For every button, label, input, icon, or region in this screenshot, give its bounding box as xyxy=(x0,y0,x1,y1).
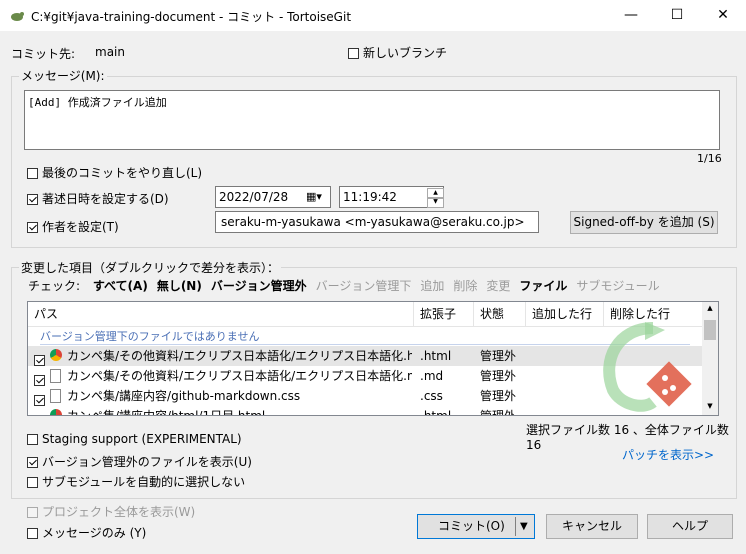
filter-link[interactable]: 追加 xyxy=(420,279,444,293)
filter-link[interactable]: バージョン管理外 xyxy=(211,279,307,293)
changed-files-list[interactable]: パス 拡張子 状態 追加した行 削除した行 バージョン管理下のファイルではありま… xyxy=(27,301,719,416)
signoff-button[interactable]: Signed-off-by を追加 (S) xyxy=(570,211,718,234)
checkbox-box[interactable] xyxy=(27,507,38,518)
scroll-down-icon[interactable]: ▼ xyxy=(702,402,718,410)
tortoisegit-icon xyxy=(11,12,24,21)
amend-label: 最後のコミットをやり直し(L) xyxy=(42,166,203,180)
maximize-button[interactable]: ☐ xyxy=(654,0,700,31)
filter-link[interactable]: 削除 xyxy=(453,279,477,293)
no-auto-submodule-checkbox[interactable]: サブモジュールを自動的に選択しない xyxy=(27,473,245,490)
show-unversioned-label: バージョン管理外のファイルを表示(U) xyxy=(42,455,252,469)
commit-button[interactable]: コミット(O) xyxy=(438,515,505,538)
help-button[interactable]: ヘルプ xyxy=(647,514,733,539)
scroll-thumb[interactable] xyxy=(704,320,716,340)
branch-name: main xyxy=(95,45,125,59)
group-header: バージョン管理下のファイルではありません xyxy=(40,330,260,343)
minimize-button[interactable]: — xyxy=(608,0,654,31)
new-branch-label: 新しいブランチ xyxy=(363,46,448,60)
close-button[interactable]: ✕ xyxy=(700,0,746,31)
commit-dropdown-icon[interactable]: ▼ xyxy=(520,515,528,538)
tortoisegit-watermark-icon xyxy=(603,322,692,412)
split-divider xyxy=(515,517,516,536)
commit-split-button[interactable]: コミット(O) ▼ xyxy=(417,514,535,539)
author-input[interactable]: seraku-m-yasukawa <m-yasukawa@seraku.co.… xyxy=(215,211,539,233)
message-counter: 1/16 xyxy=(697,152,722,165)
filter-link[interactable]: すべて(A) xyxy=(93,279,148,293)
amend-checkbox[interactable]: 最後のコミットをやり直し(L) xyxy=(27,164,202,181)
changes-label: 変更した項目（ダブルクリックで差分を表示）： xyxy=(19,259,282,276)
chrome-icon xyxy=(50,349,62,361)
author-value: seraku-m-yasukawa <m-yasukawa@seraku.co.… xyxy=(221,215,525,229)
cell-path: カンペ集/講座内容/github-markdown.css xyxy=(67,389,301,403)
staging-checkbox[interactable]: Staging support (EXPERIMENTAL) xyxy=(27,432,242,446)
time-down-icon[interactable]: ▼ xyxy=(427,197,444,208)
list-scrollbar[interactable]: ▲ ▼ xyxy=(702,302,718,415)
checkbox-box[interactable] xyxy=(27,434,38,445)
show-whole-project-checkbox[interactable]: プロジェクト全体を表示(W) xyxy=(27,503,195,520)
checkbox-box[interactable] xyxy=(348,48,359,59)
message-label: メッセージ(M): xyxy=(19,67,107,84)
cell-ext: .html xyxy=(420,409,452,416)
filter-link[interactable]: 無し(N) xyxy=(157,279,202,293)
set-author-label: 作者を設定(T) xyxy=(42,220,119,234)
chrome-icon xyxy=(50,409,62,415)
date-value: 2022/07/28 xyxy=(219,190,289,204)
row-checkbox[interactable] xyxy=(34,355,45,366)
new-branch-checkbox[interactable]: 新しいブランチ xyxy=(348,44,447,61)
message-only-checkbox[interactable]: メッセージのみ (Y) xyxy=(27,524,146,541)
cell-ext: .md xyxy=(420,369,444,383)
cell-ext: .html xyxy=(420,349,452,363)
css-file-icon xyxy=(50,389,61,403)
cell-status: 管理外 xyxy=(480,409,517,416)
checkbox-box[interactable] xyxy=(27,457,38,468)
cell-path: カンペ集/その他資料/エクリプス日本語化/エクリプス日本語化.md xyxy=(67,369,412,383)
checkbox-box[interactable] xyxy=(27,194,38,205)
time-picker[interactable]: 11:19:42 ▲ ▼ xyxy=(339,186,444,208)
check-label: チェック: xyxy=(28,279,81,293)
checkbox-box[interactable] xyxy=(27,222,38,233)
show-patch-link[interactable]: パッチを表示>> xyxy=(622,446,714,463)
cell-status: 管理外 xyxy=(480,349,517,363)
message-text: [Add] 作成済ファイル追加 xyxy=(28,96,167,109)
cell-ext: .css xyxy=(420,389,443,403)
row-checkbox[interactable] xyxy=(34,395,45,406)
window-title: C:¥git¥java-training-document - コミット - T… xyxy=(31,10,352,24)
calendar-dropdown-icon[interactable]: ▦▾ xyxy=(306,187,322,207)
message-input[interactable]: [Add] 作成済ファイル追加 xyxy=(24,90,720,150)
date-picker[interactable]: 2022/07/28 ▦▾ xyxy=(215,186,331,208)
cancel-button[interactable]: キャンセル xyxy=(546,514,638,539)
set-author-checkbox[interactable]: 作者を設定(T) xyxy=(27,218,119,235)
filter-link[interactable]: ファイル xyxy=(519,279,567,293)
scroll-up-icon[interactable]: ▲ xyxy=(702,304,718,312)
cell-path: カンペ集/講座内容/html/1日目.html xyxy=(67,409,266,416)
filter-link[interactable]: サブモジュール xyxy=(576,279,659,293)
show-whole-project-label: プロジェクト全体を表示(W) xyxy=(42,505,196,519)
cell-status: 管理外 xyxy=(480,389,517,403)
title-bar: C:¥git¥java-training-document - コミット - T… xyxy=(0,0,746,31)
filter-link[interactable]: バージョン管理下 xyxy=(316,279,412,293)
cell-path: カンペ集/その他資料/エクリプス日本語化/エクリプス日本語化.html xyxy=(67,349,412,363)
commit-to-label: コミット先: xyxy=(11,47,76,61)
cell-status: 管理外 xyxy=(480,369,517,383)
checkbox-box[interactable] xyxy=(27,477,38,488)
check-filter-bar: チェック: すべて(A) 無し(N) バージョン管理外 バージョン管理下 追加 削除 変更フ… xyxy=(28,277,660,294)
filter-link[interactable]: 変更 xyxy=(486,279,510,293)
file-icon xyxy=(50,369,61,383)
no-auto-submodule-label: サブモジュールを自動的に選択しない xyxy=(42,475,246,489)
row-checkbox[interactable] xyxy=(34,375,45,386)
show-unversioned-checkbox[interactable]: バージョン管理外のファイルを表示(U) xyxy=(27,453,252,470)
set-date-checkbox[interactable]: 著述日時を設定する(D) xyxy=(27,190,169,207)
set-date-label: 著述日時を設定する(D) xyxy=(42,192,169,206)
staging-label: Staging support (EXPERIMENTAL) xyxy=(42,432,242,446)
message-only-label: メッセージのみ (Y) xyxy=(42,526,147,540)
column-path[interactable]: パス xyxy=(28,302,414,326)
column-ext[interactable]: 拡張子 xyxy=(414,302,474,326)
row-checkbox[interactable] xyxy=(34,415,45,416)
checkbox-box[interactable] xyxy=(27,528,38,539)
time-value: 11:19:42 xyxy=(343,190,397,204)
checkbox-box[interactable] xyxy=(27,168,38,179)
column-status[interactable]: 状態 xyxy=(474,302,526,326)
